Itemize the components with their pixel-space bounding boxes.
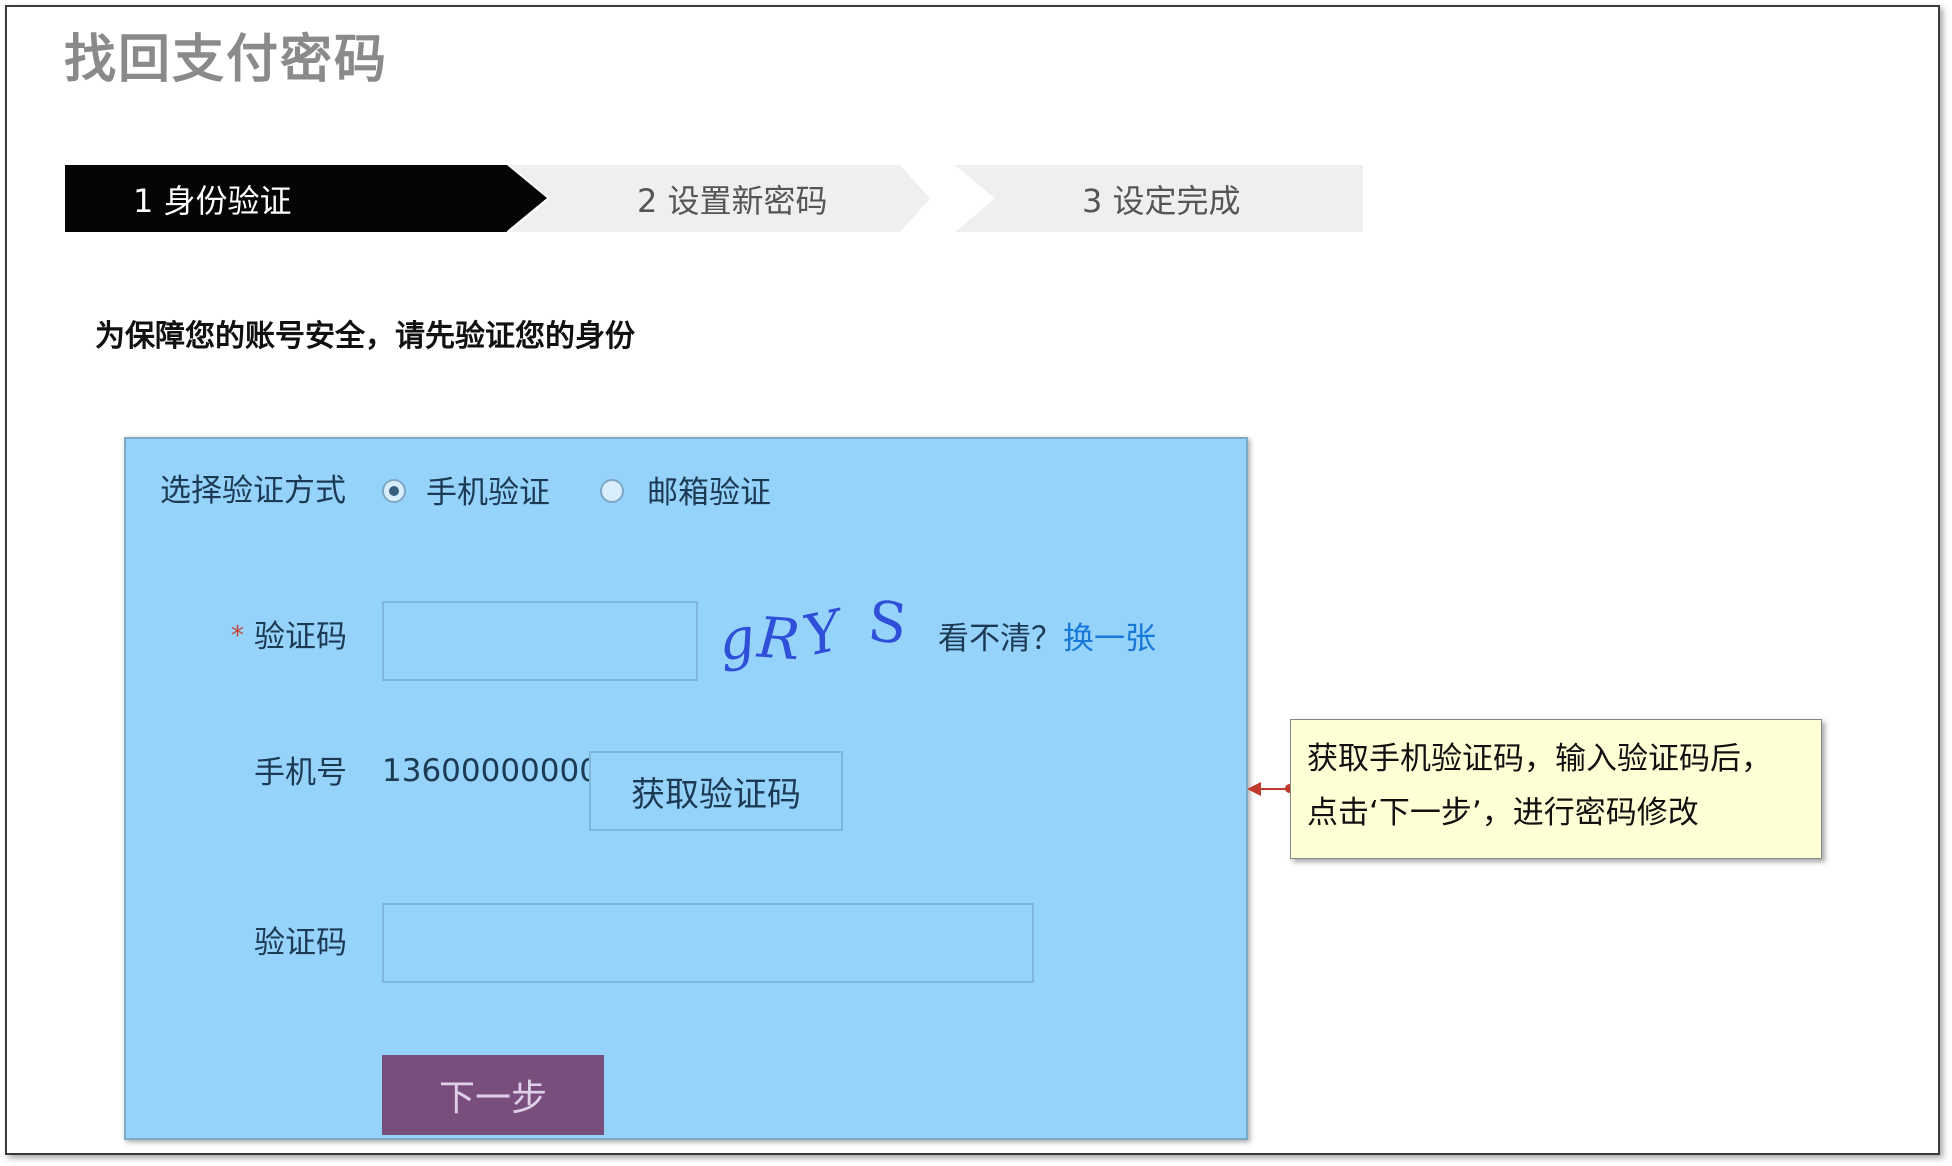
callout-arrow-icon — [1247, 782, 1261, 796]
callout-line-1: 获取手机验证码，输入验证码后， — [1307, 741, 1772, 777]
email-verification-radio[interactable] — [600, 479, 624, 503]
step-label: 1 身份验证 — [133, 181, 292, 220]
sms-code-label: 验证码 — [254, 925, 347, 961]
captcha-input[interactable] — [382, 601, 698, 681]
phone-label: 手机号 — [254, 755, 347, 791]
captcha-char: S — [864, 589, 914, 659]
phone-number-value: 13600000000 — [382, 753, 599, 789]
step-label: 2 设置新密码 — [637, 181, 828, 220]
captcha-image[interactable]: gRY S — [714, 589, 928, 674]
email-verification-label[interactable]: 邮箱验证 — [647, 471, 771, 515]
annotation-callout: 获取手机验证码，输入验证码后， 点击‘下一步’，进行密码修改 — [1290, 719, 1822, 859]
phone-verification-radio[interactable] — [382, 479, 406, 503]
callout-line-2: 点击‘下一步’，进行密码修改 — [1307, 795, 1699, 831]
step-identity-verification: 1 身份验证 — [65, 165, 547, 232]
captcha-char: Y — [797, 597, 852, 670]
verification-form-panel: 选择验证方式 手机验证 邮箱验证 * 验证码 gRY S 看不清？ 换一张 手机号… — [124, 437, 1248, 1140]
captcha-char: R — [755, 605, 806, 674]
required-mark: * — [231, 621, 244, 651]
step-set-new-password: 2 设置新密码 — [510, 165, 930, 232]
step-progress: 1 身份验证 2 设置新密码 3 设定完成 — [65, 165, 1363, 232]
page-title: 找回支付密码 — [64, 30, 389, 90]
next-step-button[interactable]: 下一步 — [382, 1055, 604, 1135]
step-label: 3 设定完成 — [1082, 181, 1241, 220]
refresh-captcha-link[interactable]: 换一张 — [1063, 617, 1156, 661]
phone-verification-label[interactable]: 手机验证 — [426, 471, 550, 515]
page-frame: 找回支付密码 1 身份验证 2 设置新密码 3 设定完成 为保障您的账号安全，请… — [5, 5, 1940, 1155]
security-notice: 为保障您的账号安全，请先验证您的身份 — [95, 319, 635, 354]
verification-method-label: 选择验证方式 — [160, 473, 346, 509]
sms-code-input[interactable] — [382, 903, 1034, 983]
get-verification-code-button[interactable]: 获取验证码 — [589, 751, 843, 831]
step-complete: 3 设定完成 — [955, 165, 1363, 232]
captcha-label: 验证码 — [254, 619, 347, 655]
captcha-unclear-text: 看不清？ — [938, 621, 1062, 657]
